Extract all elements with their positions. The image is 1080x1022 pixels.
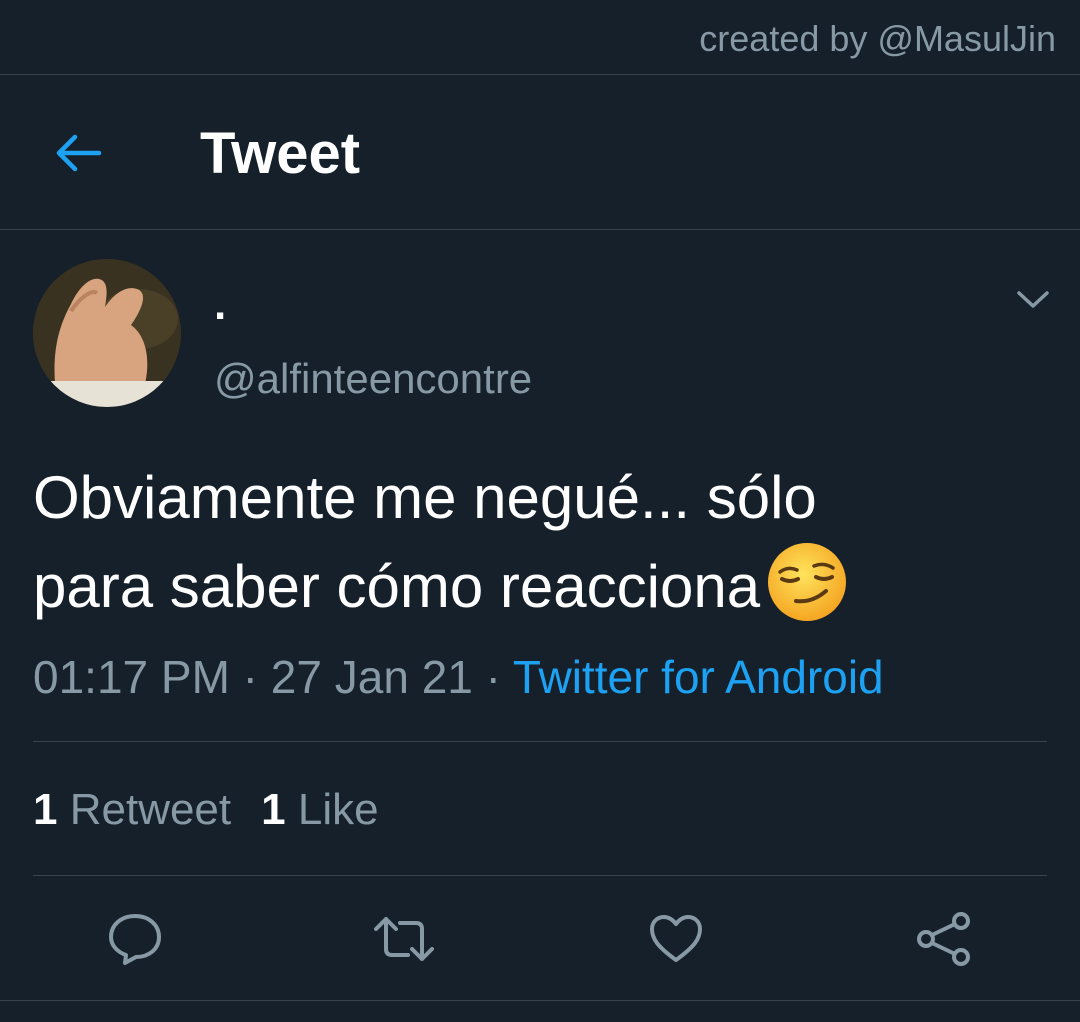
- retweet-button[interactable]: [372, 907, 436, 971]
- tweet-text: Obviamente me negué... sólo para saber c…: [33, 455, 1053, 630]
- page-title: Tweet: [200, 121, 361, 186]
- chevron-down-icon: [1017, 291, 1049, 308]
- tweet-time: 01:17 PM: [33, 651, 230, 703]
- divider: [33, 741, 1047, 742]
- tweet-date: 27 Jan 21: [270, 651, 473, 703]
- like-button[interactable]: [644, 907, 708, 971]
- tweet-source-link[interactable]: Twitter for Android: [513, 651, 884, 703]
- like-icon: [650, 915, 702, 962]
- retweets-count: 1: [33, 785, 58, 834]
- display-name[interactable]: .: [214, 280, 226, 330]
- divider: [33, 875, 1047, 876]
- avatar-image: [33, 259, 181, 407]
- user-handle[interactable]: @alfinteencontre: [214, 355, 532, 403]
- share-icon: [917, 912, 970, 966]
- top-bar: Tweet: [0, 75, 1080, 230]
- meta-separator: ·: [472, 651, 513, 703]
- tweet-line-1: Obviamente me negué... sólo: [33, 464, 817, 531]
- tweet-line-2: para saber cómo reacciona: [33, 541, 1053, 630]
- back-arrow-icon: [56, 134, 102, 172]
- more-options-button[interactable]: [1008, 280, 1058, 320]
- back-button[interactable]: [50, 129, 106, 177]
- share-button[interactable]: [912, 907, 976, 971]
- tweet-line-2-text: para saber cómo reacciona: [33, 553, 761, 620]
- smirking-face-emoji-icon: [766, 541, 848, 623]
- likes-count: 1: [261, 785, 286, 834]
- credit-bar: created by @MasulJin: [0, 0, 1080, 75]
- tweet-actions: [0, 885, 1080, 1001]
- likes-stat[interactable]: 1 Like: [261, 785, 378, 835]
- likes-label: Like: [297, 785, 379, 834]
- retweets-label: Retweet: [69, 785, 232, 834]
- meta-separator: ·: [229, 651, 271, 703]
- avatar[interactable]: [33, 259, 181, 407]
- retweet-icon: [374, 917, 434, 961]
- reply-button[interactable]: [103, 907, 167, 971]
- retweets-stat[interactable]: 1 Retweet: [33, 785, 231, 835]
- credit-text: created by @MasulJin: [699, 18, 1056, 59]
- tweet-meta: 01:17 PM · 27 Jan 21 · Twitter for Andro…: [33, 650, 884, 704]
- tweet-stats: 1 Retweet 1 Like: [33, 785, 379, 835]
- reply-icon: [109, 914, 161, 965]
